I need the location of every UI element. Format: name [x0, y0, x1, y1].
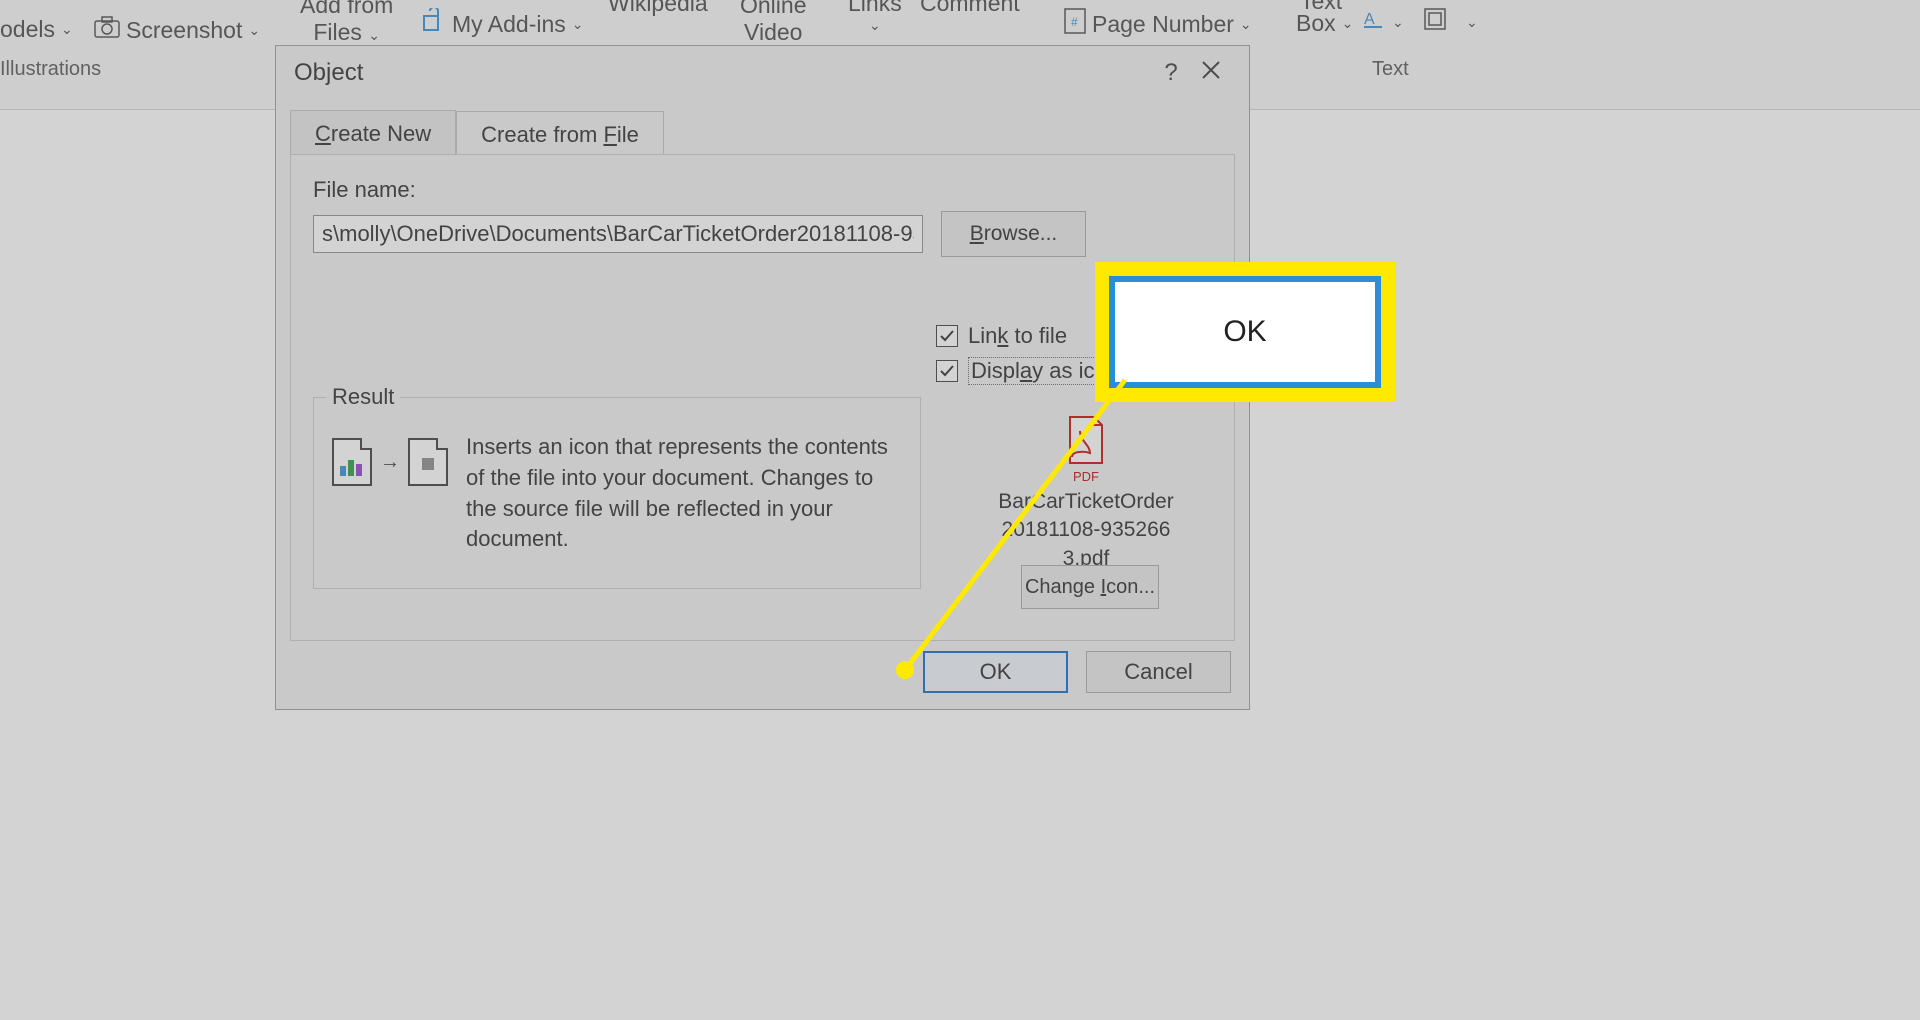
- chevron-down-icon: ⌄: [1466, 14, 1478, 31]
- tab-label: Create from File: [481, 122, 639, 147]
- pdf-icon-preview: PDF BarCarTicketOrder20181108-9352663.pd…: [996, 415, 1176, 573]
- pdf-icon: [1066, 415, 1106, 465]
- svg-text:#: #: [1071, 15, 1078, 29]
- page-number-icon: #: [1064, 8, 1086, 40]
- camera-icon: [94, 16, 120, 44]
- cancel-button[interactable]: Cancel: [1086, 651, 1231, 693]
- target-doc-icon: [408, 438, 448, 486]
- ribbon-3d-models[interactable]: odels ⌄: [0, 16, 73, 43]
- ribbon-comment[interactable]: Comment: [920, 0, 1020, 17]
- change-icon-button[interactable]: Change Icon...: [1021, 565, 1159, 609]
- checkbox-group: Link to file Display as icon: [936, 323, 1122, 393]
- ribbon-page-number[interactable]: # Page Number ⌄: [1064, 8, 1252, 40]
- text-effects-icon: A: [1362, 8, 1386, 36]
- check-icon: [939, 363, 955, 379]
- ribbon-links[interactable]: Links ⌄: [848, 0, 902, 34]
- result-text: Inserts an icon that represents the cont…: [466, 432, 902, 555]
- result-legend: Result: [326, 384, 400, 410]
- close-button[interactable]: [1191, 59, 1231, 87]
- dialog-titlebar: Object ?: [276, 46, 1249, 100]
- ok-callout-label: OK: [1223, 315, 1266, 349]
- chevron-down-icon: ⌄: [572, 16, 584, 33]
- chevron-down-icon: ⌄: [1240, 16, 1252, 33]
- ribbon-label: My Add-ins: [452, 11, 566, 38]
- ribbon-group-illustrations: Illustrations: [0, 58, 101, 81]
- chevron-down-icon: ⌄: [248, 22, 260, 39]
- tab-strip: Create New Create from File: [290, 110, 664, 157]
- ribbon-label: Online: [740, 0, 806, 19]
- dialog-title: Object: [294, 59, 1151, 87]
- ribbon-label: Files: [313, 19, 362, 45]
- chevron-down-icon: ⌄: [1392, 14, 1404, 31]
- annotation-endpoint: [896, 661, 914, 679]
- ribbon-label: Page Number: [1092, 11, 1234, 38]
- display-as-icon-label: Display as icon: [968, 357, 1122, 385]
- ribbon-group-text: Text: [1372, 58, 1409, 81]
- chevron-down-icon: ⌄: [869, 17, 881, 34]
- object-icon: [1424, 8, 1446, 36]
- ribbon-label: Add from: [300, 0, 393, 19]
- addins-icon: [420, 8, 446, 40]
- chevron-down-icon: ⌄: [368, 27, 380, 43]
- result-icon-diagram: →: [332, 438, 448, 486]
- ok-button[interactable]: OK: [923, 651, 1068, 693]
- ribbon-add-from-files[interactable]: Add from Files ⌄: [300, 0, 393, 46]
- close-icon: [1201, 60, 1221, 80]
- object-dialog: Object ? Create New Create from File Fil…: [275, 45, 1250, 710]
- dialog-button-row: OK Cancel: [923, 651, 1231, 693]
- ribbon-label: Links: [848, 0, 902, 17]
- result-group: Result → Inserts an icon that represents…: [313, 397, 921, 589]
- help-button[interactable]: ?: [1151, 59, 1191, 87]
- ribbon-object-dropdown[interactable]: ⌄: [1424, 8, 1478, 36]
- link-to-file-label: Link to file: [968, 323, 1067, 349]
- file-name-input[interactable]: [313, 215, 923, 253]
- ribbon-text-box[interactable]: Box ⌄: [1296, 10, 1353, 37]
- ribbon-label: odels: [0, 16, 55, 43]
- ok-callout: OK: [1115, 282, 1375, 382]
- browse-button[interactable]: Browse...: [941, 211, 1086, 257]
- ribbon-label: Video: [744, 19, 802, 46]
- tab-create-from-file[interactable]: Create from File: [456, 111, 664, 158]
- chevron-down-icon: ⌄: [1342, 15, 1354, 32]
- arrow-icon: →: [380, 451, 400, 474]
- ribbon-text-effects[interactable]: A ⌄: [1362, 8, 1404, 36]
- ribbon-online-video[interactable]: Online Video: [740, 0, 806, 46]
- file-name-label: File name:: [313, 177, 1212, 203]
- ribbon-wikipedia[interactable]: Wikipedia: [608, 0, 708, 17]
- tab-panel: File name: Browse... Link to file Displa…: [290, 154, 1235, 641]
- display-as-icon-checkbox[interactable]: [936, 360, 958, 382]
- chevron-down-icon: ⌄: [61, 21, 73, 38]
- ribbon-label: Comment: [920, 0, 1020, 17]
- ribbon-my-addins[interactable]: My Add-ins ⌄: [420, 8, 584, 40]
- ribbon-label: Wikipedia: [608, 0, 708, 17]
- link-to-file-checkbox[interactable]: [936, 325, 958, 347]
- pdf-filename: BarCarTicketOrder20181108-9352663.pdf: [996, 488, 1176, 573]
- tab-label: Create New: [315, 121, 431, 146]
- svg-text:A: A: [1364, 11, 1375, 28]
- source-doc-icon: [332, 438, 372, 486]
- tab-create-new[interactable]: Create New: [290, 110, 456, 157]
- pdf-badge: PDF: [996, 469, 1176, 484]
- ribbon-label: Box: [1296, 10, 1336, 37]
- check-icon: [939, 328, 955, 344]
- ribbon-screenshot[interactable]: Screenshot ⌄: [94, 16, 260, 44]
- ribbon-label: Screenshot: [126, 17, 242, 44]
